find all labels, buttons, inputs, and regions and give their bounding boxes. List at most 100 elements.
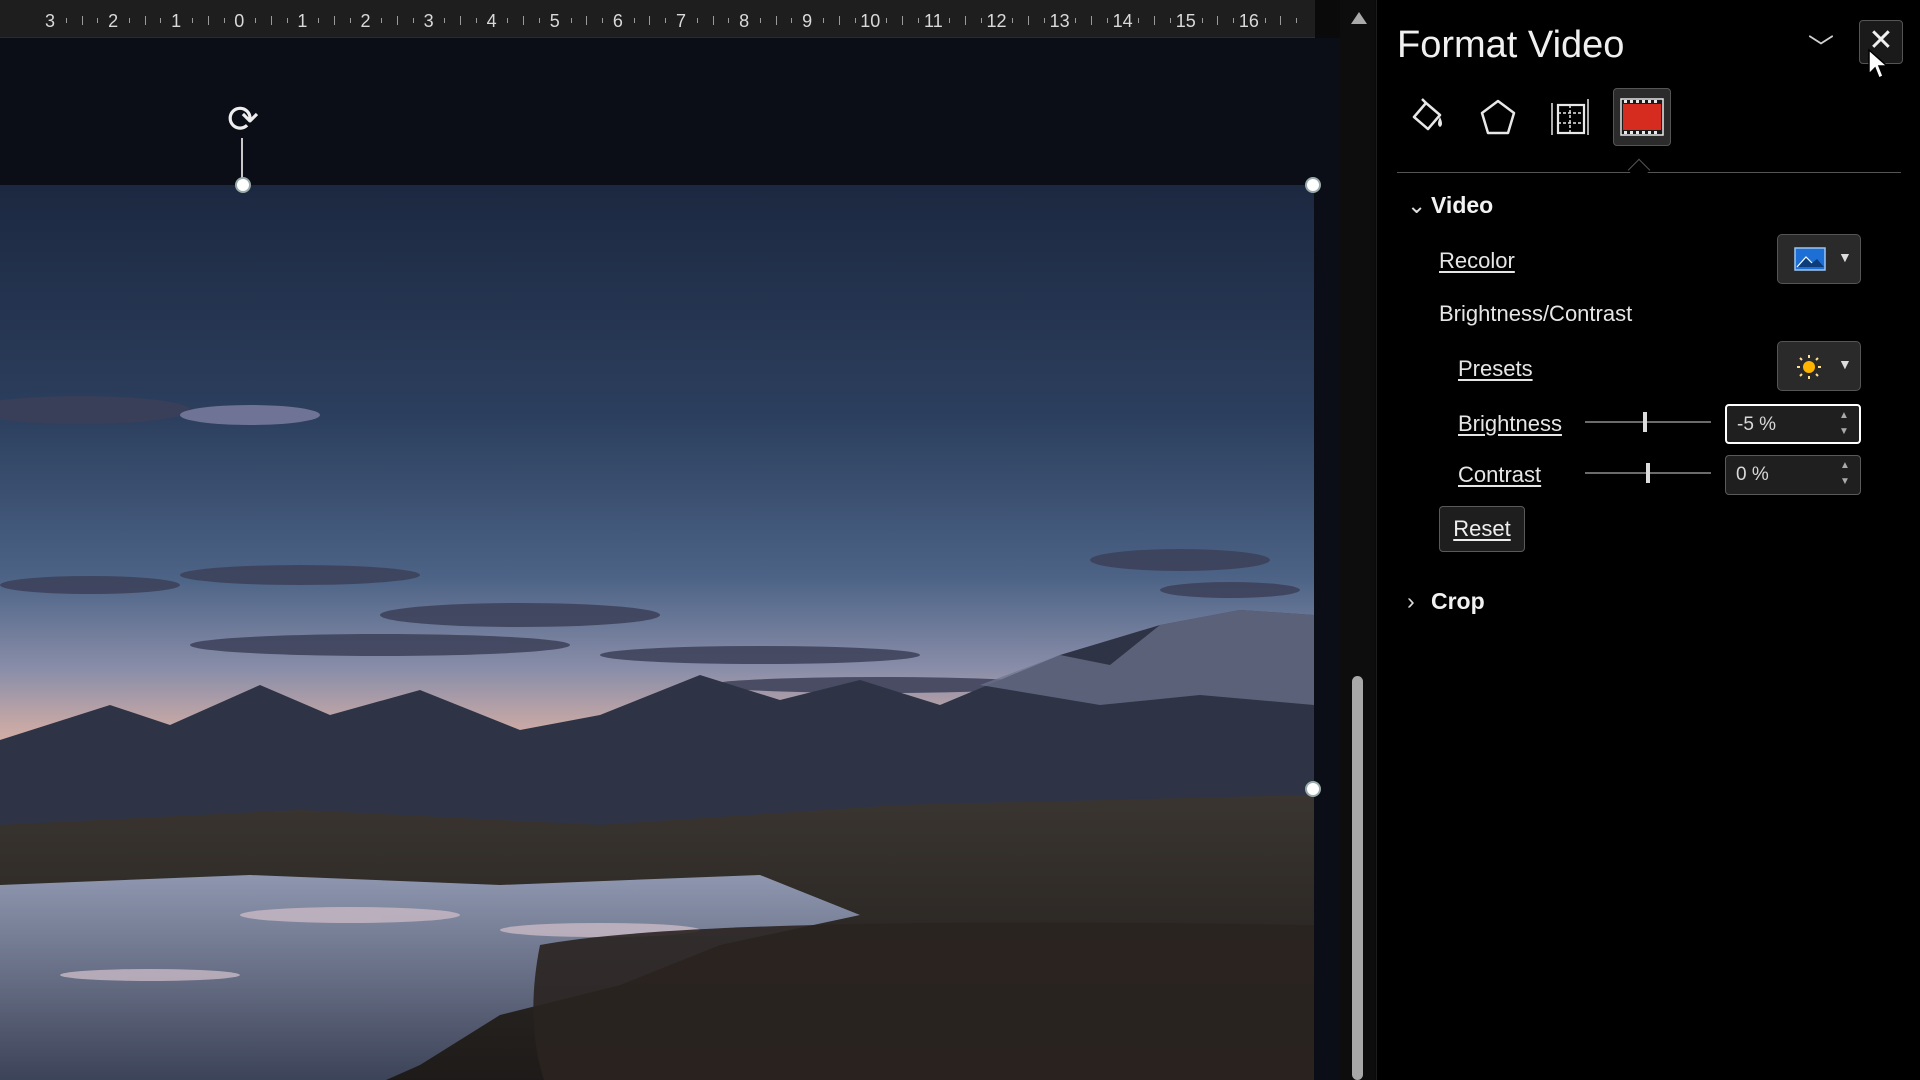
video-film-icon <box>1620 98 1664 136</box>
rotate-handle-icon[interactable]: ⟳ <box>227 101 259 139</box>
reset-button[interactable]: Reset <box>1439 506 1525 552</box>
ruler-tick <box>602 18 604 23</box>
pane-tab-row <box>1397 88 1897 148</box>
spin-up-icon[interactable]: ▲ <box>1838 460 1852 472</box>
ruler-tick <box>333 16 335 25</box>
ruler-tick <box>964 16 966 25</box>
resize-handle-top-left[interactable] <box>235 177 251 193</box>
scrollbar-thumb[interactable] <box>1352 676 1363 1080</box>
presets-dropdown[interactable]: ▼ <box>1777 341 1861 391</box>
ruler-tick <box>223 18 225 23</box>
ruler-label: 16 <box>1238 11 1259 31</box>
ruler-tick <box>160 18 162 23</box>
ruler-tick <box>759 18 761 23</box>
brightness-spinner[interactable]: ▲ ▼ <box>1725 404 1861 444</box>
ruler-tick <box>570 18 572 23</box>
tab-effects[interactable] <box>1469 88 1527 146</box>
brightness-slider-thumb[interactable] <box>1642 412 1647 432</box>
ruler-tick <box>475 18 477 23</box>
sun-icon <box>1797 355 1821 379</box>
ruler-tick <box>1043 18 1045 23</box>
ruler-tick <box>523 16 525 25</box>
video-frame[interactable] <box>0 185 1314 1080</box>
spin-up-icon[interactable]: ▲ <box>1837 410 1851 422</box>
tab-size-properties[interactable] <box>1541 88 1599 146</box>
pane-title: Format Video <box>1397 24 1625 66</box>
ruler-tick <box>1138 18 1140 23</box>
pane-options-chevron-icon[interactable]: ﹀ <box>1803 28 1839 63</box>
powerpoint-window: 3 2 1 0 1 2 3 4 5 6 7 8 9 10 11 12 13 14 15 16 ⟳ <box>0 0 1920 1080</box>
contrast-slider-thumb[interactable] <box>1646 463 1650 483</box>
ruler-tick <box>917 18 919 23</box>
ruler-tick <box>460 16 462 25</box>
ruler-label: 12 <box>986 11 1007 31</box>
ruler-label: 1 <box>297 11 308 31</box>
ruler-label: 1 <box>171 11 182 31</box>
ruler-tick <box>633 18 635 23</box>
contrast-label: Contrast <box>1458 462 1542 487</box>
active-tab-caret <box>1627 158 1651 182</box>
contrast-slider[interactable] <box>1585 463 1711 483</box>
ruler-tick <box>1091 16 1093 25</box>
chevron-down-icon: ▼ <box>1838 356 1852 372</box>
brightness-slider[interactable] <box>1585 412 1711 432</box>
ruler-tick <box>980 18 982 23</box>
ruler-tick <box>1280 16 1282 25</box>
ruler-tick <box>286 18 288 23</box>
tab-underline-divider <box>1397 172 1901 173</box>
resize-handle-middle-right[interactable] <box>1305 781 1321 797</box>
ruler-tick <box>1028 16 1030 25</box>
spin-down-icon[interactable]: ▼ <box>1837 426 1851 438</box>
ruler-tick <box>696 18 698 23</box>
scroll-up-arrow-icon[interactable] <box>1351 12 1367 24</box>
landscape-video-image <box>0 185 1314 1080</box>
reset-button-label: Reset <box>1453 516 1511 541</box>
ruler-tick <box>712 16 714 25</box>
ruler-tick <box>791 18 793 23</box>
slide-canvas[interactable]: ⟳ <box>0 38 1340 1080</box>
recolor-dropdown[interactable]: ▼ <box>1777 234 1861 284</box>
ruler-tick <box>775 16 777 25</box>
ruler-label: 15 <box>1175 11 1196 31</box>
video-section-header[interactable]: ⌄ Video <box>1407 192 1493 219</box>
ruler-tick <box>1106 18 1108 23</box>
ruler-tick <box>381 18 383 23</box>
pentagon-icon <box>1480 99 1516 135</box>
ruler-tick <box>318 18 320 23</box>
tab-fill-line[interactable] <box>1397 88 1455 146</box>
ruler-label: 13 <box>1049 11 1070 31</box>
ruler-label: 10 <box>860 11 881 31</box>
ruler-label: 2 <box>108 11 119 31</box>
ruler-label: 9 <box>802 11 813 31</box>
ruler-label: 0 <box>234 11 245 31</box>
ruler-tick <box>1296 18 1298 23</box>
ruler-tick <box>1201 18 1203 23</box>
crop-section-header[interactable]: › Crop <box>1407 588 1485 615</box>
ruler-tick <box>207 16 209 25</box>
tab-video[interactable] <box>1613 88 1671 146</box>
ruler-label: 3 <box>44 11 56 31</box>
ruler-tick <box>1217 16 1219 25</box>
vertical-scrollbar[interactable] <box>1340 0 1375 1080</box>
ruler-tick <box>1170 18 1172 23</box>
contrast-spinner[interactable]: ▲ ▼ <box>1725 455 1861 495</box>
spin-down-icon[interactable]: ▼ <box>1838 476 1852 488</box>
ruler-tick <box>1154 16 1156 25</box>
ruler-tick <box>65 18 67 23</box>
paint-bucket-icon <box>1412 98 1442 131</box>
mouse-pointer-icon <box>1868 48 1889 80</box>
horizontal-ruler[interactable]: 3 2 1 0 1 2 3 4 5 6 7 8 9 10 11 12 13 14 15 16 <box>0 0 1315 38</box>
recolor-picture-icon <box>1794 247 1826 271</box>
chevron-down-icon: ⌄ <box>1407 192 1427 218</box>
ruler-tick <box>412 18 414 23</box>
resize-handle-top-right[interactable] <box>1305 177 1321 193</box>
brightness-input[interactable] <box>1737 412 1827 438</box>
contrast-input[interactable] <box>1736 462 1826 488</box>
ruler-tick <box>255 18 257 23</box>
ruler-tick <box>1075 18 1077 23</box>
ruler-tick <box>128 18 130 23</box>
ruler-tick <box>901 16 903 25</box>
crop-section-label: Crop <box>1431 588 1485 614</box>
ruler-tick <box>397 16 399 25</box>
ruler-tick <box>649 16 651 25</box>
